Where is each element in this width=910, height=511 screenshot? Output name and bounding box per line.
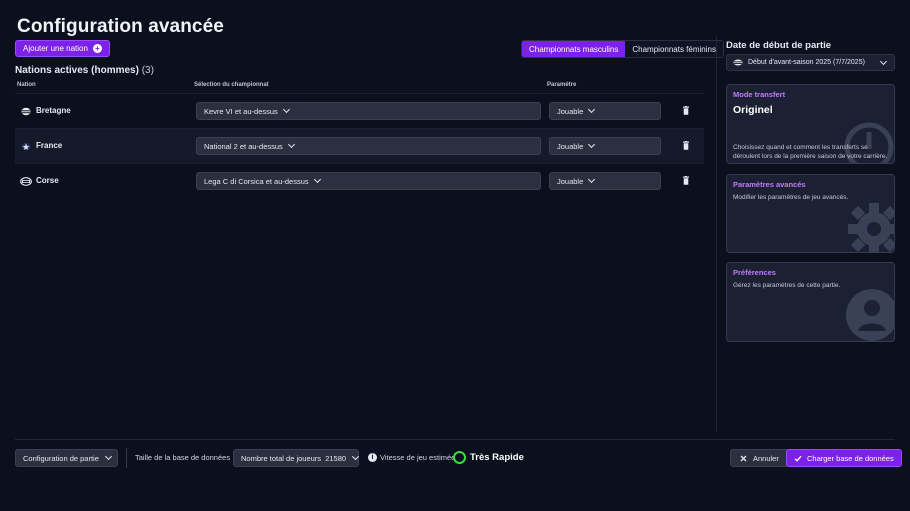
bretagne-flag-icon [733,59,743,66]
speed-value: Très Rapide [470,452,524,463]
league-select-value: Kevre VI et au-dessus [204,106,278,116]
tab-womens-leagues[interactable]: Championnats féminins [625,41,723,57]
card-label: Paramètres avancés [733,180,806,189]
param-select-value: Jouable [557,106,584,116]
table-row: France National 2 et au-dessus Jouable [15,128,704,163]
load-database-label: Charger base de données [807,453,894,463]
advanced-settings-card[interactable]: Paramètres avancés Modifier les paramètr… [726,174,895,253]
table-row: Bretagne Kevre VI et au-dessus Jouable [15,93,704,128]
chevron-down-icon [287,140,295,149]
gear-icon [848,203,894,252]
load-database-button[interactable]: Charger base de données [786,449,902,467]
param-select-value: Jouable [557,176,584,186]
plus-icon: + [92,44,102,53]
add-nation-button[interactable]: Ajouter une nation + [15,40,110,57]
param-select-value: Jouable [557,141,584,151]
bretagne-flag-icon [21,107,31,116]
chevron-down-icon [282,105,290,114]
nation-name: Bretagne [36,106,71,115]
chevron-down-icon [588,105,596,114]
footer-separator [126,448,127,468]
league-select[interactable]: National 2 et au-dessus [196,137,541,155]
param-select[interactable]: Jouable [549,137,661,155]
transfer-mode-card[interactable]: Mode transfert Originel Choisissez quand… [726,84,895,164]
speed-label: Vitesse de jeu estimée [380,453,456,462]
nations-heading: Nations actives (hommes) (3) [15,65,154,76]
trash-icon[interactable] [683,176,689,185]
check-icon [794,455,802,462]
card-description: Choisissez quand et comment les transfer… [733,144,888,160]
card-description: Modifier les paramètres de jeu avancés. [733,194,849,201]
start-date-title: Date de début de partie [726,40,832,51]
column-header-param: Paramètre [547,82,577,88]
total-players-select[interactable]: Nombre total de joueurs 21580 [233,449,360,467]
nation-name: Corse [36,176,59,185]
sidebar-divider [716,36,717,432]
add-nation-label: Ajouter une nation [23,44,88,53]
page-title: Configuration avancée [17,16,224,37]
gender-toggle: Championnats masculins Championnats fémi… [521,40,724,58]
league-select-value: National 2 et au-dessus [204,141,283,151]
cancel-label: Annuler [753,453,779,463]
trash-icon[interactable] [683,141,689,150]
user-icon [846,289,894,341]
start-date-value: Début d'avant-saison 2025 (7/7/2025) [748,59,865,66]
cancel-button[interactable]: Annuler [730,449,789,467]
preferences-card[interactable]: Préférences Gérez les paramètres de cett… [726,262,895,342]
start-date-select[interactable]: Début d'avant-saison 2025 (7/7/2025) [726,54,895,71]
trash-icon[interactable] [683,106,689,115]
speed-indicator-icon [453,451,466,464]
total-players-value: Nombre total de joueurs 21580 [241,453,347,463]
nations-count: (3) [141,65,154,76]
db-size-label: Taille de la base de données [135,453,231,462]
league-select[interactable]: Lega C di Corsica et au-dessus [196,172,541,190]
param-select[interactable]: Jouable [549,102,661,120]
column-header-league: Sélection du championnat [194,82,269,88]
corse-flag-icon [20,177,32,186]
tab-mens-leagues[interactable]: Championnats masculins [522,41,626,57]
table-row: Corse Lega C di Corsica et au-dessus Jou… [15,163,704,198]
card-description: Gérez les paramètres de cette partie. [733,282,841,289]
footer-divider [15,439,895,440]
nation-name: France [36,141,63,150]
chevron-down-icon [588,140,596,149]
chevron-down-icon [879,57,888,65]
card-value: Originel [733,104,773,116]
nations-heading-text: Nations actives (hommes) [15,65,139,76]
card-label: Mode transfert [733,90,786,99]
chevron-down-icon [104,452,112,461]
info-icon[interactable]: i [368,453,377,462]
close-icon [740,455,747,461]
game-config-label: Configuration de partie [23,453,99,463]
card-label: Préférences [733,268,776,277]
france-flag-icon [21,142,31,151]
game-config-select[interactable]: Configuration de partie [15,449,118,467]
chevron-down-icon [352,452,360,461]
chevron-down-icon [313,175,321,184]
param-select[interactable]: Jouable [549,172,661,190]
league-select[interactable]: Kevre VI et au-dessus [196,102,541,120]
league-select-value: Lega C di Corsica et au-dessus [204,176,309,186]
chevron-down-icon [588,175,596,184]
column-header-nation: Nation [17,82,36,88]
